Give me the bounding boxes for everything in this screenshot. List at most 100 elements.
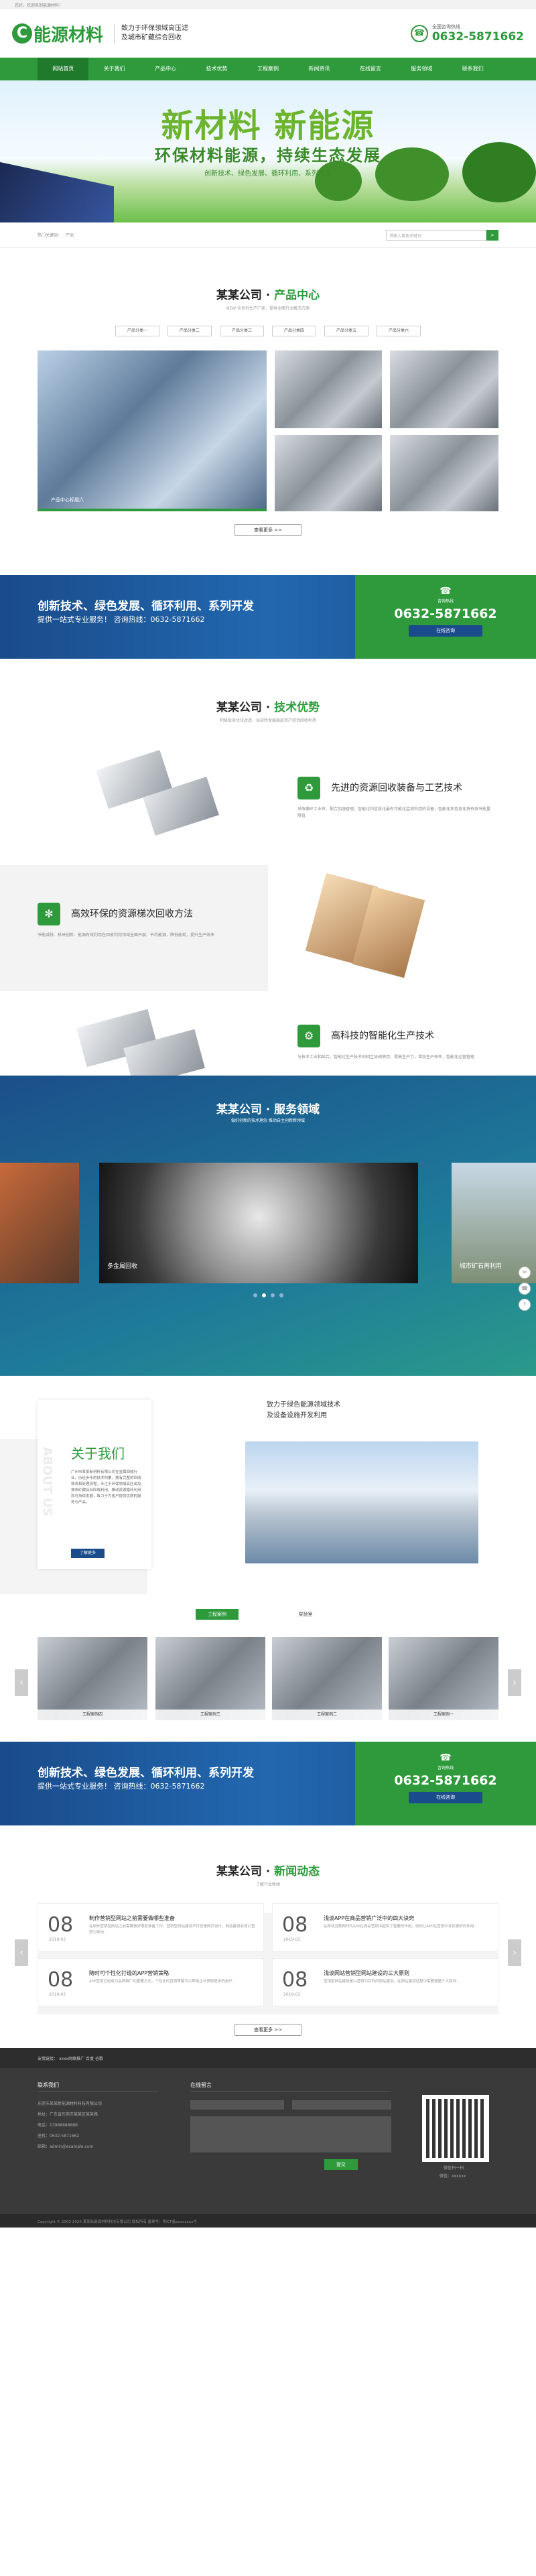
advantage-card: ⚙ 高科技的智能化生产技术 与技术工业相结合，智能化生产技术的相互协调使用，提高… bbox=[268, 991, 536, 1076]
news-title: 某某公司 · 新闻动态 bbox=[216, 1865, 320, 1878]
cta-line-2: 提供一站式专业服务！ 咨询热线：0632-5871662 bbox=[38, 1782, 205, 1791]
footer-company: 东莞市某某新能源材料科技有限公司 bbox=[38, 2102, 103, 2106]
about-watermark: ABOUT US bbox=[40, 1447, 54, 1517]
service-card-title: 多金属回收 bbox=[107, 1263, 138, 1270]
service-card[interactable]: 城市矿石再利用 bbox=[452, 1163, 536, 1283]
advantage-row: ⚙ 高科技的智能化生产技术 与技术工业相结合，智能化生产技术的相互协调使用，提高… bbox=[0, 991, 536, 1076]
nav-about[interactable]: 关于我们 bbox=[88, 58, 139, 80]
phone-icon: ☎ bbox=[440, 586, 452, 596]
share-icon[interactable]: ✉ bbox=[519, 1267, 531, 1279]
name-input[interactable] bbox=[190, 2100, 284, 2110]
footer-message-title: 在线留言 bbox=[190, 2082, 212, 2088]
slogan-line-2: 及城市矿藏综合回收 bbox=[121, 34, 182, 42]
logo-icon[interactable]: C bbox=[12, 23, 32, 44]
product-tab[interactable]: 产品分类三 bbox=[220, 326, 264, 336]
cases-tab-active[interactable]: 工程案例 bbox=[196, 1609, 239, 1620]
carousel-dot[interactable] bbox=[253, 1293, 257, 1297]
product-tab[interactable]: 产品分类一 bbox=[115, 326, 159, 336]
service-section: 某某公司 · 服务领域 做好创新的技术理念 推动自主创新新领域 多金属回收 城市… bbox=[0, 1076, 536, 1376]
product-card-featured[interactable]: 产品中心标题六 bbox=[38, 350, 267, 511]
product-tab[interactable]: 产品分类五 bbox=[324, 326, 368, 336]
hot-keyword[interactable]: 产品 bbox=[66, 232, 74, 238]
product-card[interactable] bbox=[275, 350, 382, 428]
advantage-title: 先进的资源回收装备与工艺技术 bbox=[331, 783, 462, 793]
news-item[interactable]: 08 2019-03 随时可个性化打造的APP营销策略 APP营销已经成为品牌推广的… bbox=[38, 1958, 264, 2006]
news-section: 某某公司 · 新闻动态 了解行业新闻 ‹ › 08 2019-03 制作营销型网站… bbox=[0, 1825, 536, 2048]
news-more-button[interactable]: 查看更多 >> bbox=[234, 2024, 302, 2036]
news-item[interactable]: 08 2019-03 浅谈APP在商品营销广泛中的四大诀窍 在移动互联网时代APP在… bbox=[272, 1903, 498, 1951]
product-tab[interactable]: 产品分类四 bbox=[272, 326, 316, 336]
advantage-card: ✻ 高效环保的资源梯次回收方法 节能减排、科研创新、能源有效利用在回收利用领域全… bbox=[0, 865, 268, 991]
news-item[interactable]: 08 2019-03 制作营销型网站之前需要做哪些准备 在制作营销型网站之前需要做好… bbox=[38, 1903, 264, 1951]
slogan-line-1: 致力于环保领域高压滤 bbox=[121, 25, 189, 32]
cta-consult-button[interactable]: 在线咨询 bbox=[409, 625, 482, 637]
header-hotline: ☎ 全国咨询热线 0632-5871662 bbox=[410, 23, 524, 44]
service-card[interactable]: 多金属回收 bbox=[99, 1163, 418, 1283]
logo-name[interactable]: 能源材料 bbox=[34, 21, 103, 46]
news-item[interactable]: 08 2019-03 浅谈网站营销型网站建设的三大原则 营销型网站建设是以营销为目的… bbox=[272, 1958, 498, 2006]
service-icon[interactable]: ☎ bbox=[519, 1283, 531, 1295]
case-card[interactable]: 工程案例三 bbox=[155, 1637, 265, 1720]
advantage-title: 高效环保的资源梯次回收方法 bbox=[71, 909, 193, 919]
case-card[interactable]: 工程案例二 bbox=[272, 1637, 382, 1720]
product-card[interactable] bbox=[390, 350, 498, 428]
advantages-title: 某某公司 · 技术优势 bbox=[216, 701, 320, 714]
nav-contact[interactable]: 联系我们 bbox=[448, 58, 498, 80]
advantage-row: ♻ 先进的资源回收装备与工艺技术 采取循环工业声、配合加强管理，智能化和信息化最… bbox=[0, 739, 536, 865]
carousel-dot-active[interactable] bbox=[261, 1293, 266, 1297]
message-textarea[interactable] bbox=[190, 2116, 391, 2152]
nav-products[interactable]: 产品中心 bbox=[140, 58, 191, 80]
advantages-section: 某某公司 · 技术优势 积极投身优化改造，治研所发展高层资产综合回收利用 ♻ 先… bbox=[0, 659, 536, 1076]
product-tab[interactable]: 产品分类六 bbox=[377, 326, 421, 336]
service-subtitle: 做好创新的技术理念 推动自主创新新领域 bbox=[231, 1118, 305, 1123]
prev-arrow-icon[interactable]: ‹ bbox=[15, 1669, 28, 1696]
recycle-icon: ♻ bbox=[297, 777, 320, 799]
factory-image bbox=[245, 1441, 478, 1563]
nav-technology[interactable]: 技术优势 bbox=[191, 58, 242, 80]
case-card[interactable]: 工程案例一 bbox=[389, 1637, 498, 1720]
hero-banner[interactable]: 新材料 新能源 环保材料能源，持续生态发展 创新技术、绿色发展、循环利用、系列开… bbox=[0, 80, 536, 222]
links-list[interactable]: xxxx网络推广 百度 谷歌 bbox=[59, 2057, 103, 2061]
nav-home[interactable]: 网站首页 bbox=[38, 58, 89, 80]
cases-tab[interactable]: 实验室 bbox=[284, 1609, 327, 1620]
cta-consult-button[interactable]: 在线咨询 bbox=[409, 1792, 482, 1803]
service-card-partial[interactable] bbox=[0, 1163, 79, 1283]
about-more-button[interactable]: 了解更多 bbox=[71, 1549, 105, 1558]
product-grid: 产品中心标题六 bbox=[38, 350, 498, 511]
submit-button[interactable]: 提交 bbox=[324, 2159, 358, 2170]
hot-keywords-label: 热门关键词： bbox=[38, 233, 62, 238]
gold-bars-image bbox=[268, 865, 536, 991]
phone-input[interactable] bbox=[292, 2100, 391, 2110]
advantage-row: ✻ 高效环保的资源梯次回收方法 节能减排、科研创新、能源有效利用在回收利用领域全… bbox=[0, 865, 536, 991]
advantage-card: ♻ 先进的资源回收装备与工艺技术 采取循环工业声、配合加强管理，智能化和信息化最… bbox=[268, 739, 536, 865]
nav-message[interactable]: 在线留言 bbox=[345, 58, 396, 80]
cta-phone: 0632-5871662 bbox=[394, 1773, 497, 1788]
nav-cases[interactable]: 工程案例 bbox=[243, 58, 293, 80]
qr-label: 微信扫一扫 bbox=[444, 2166, 464, 2171]
product-tab[interactable]: 产品分类二 bbox=[168, 326, 212, 336]
next-arrow-icon[interactable]: › bbox=[508, 1939, 521, 1966]
next-arrow-icon[interactable]: › bbox=[508, 1669, 521, 1696]
hotline-number: 0632-5871662 bbox=[431, 30, 524, 44]
cta-label: 咨询热线 bbox=[437, 599, 454, 604]
product-card[interactable] bbox=[390, 435, 498, 511]
banner-tags: 创新技术、绿色发展、循环利用、系列开发 bbox=[204, 170, 332, 178]
main-nav: 网站首页 关于我们 产品中心 技术优势 工程案例 新闻资讯 在线留言 服务领域 … bbox=[0, 58, 536, 80]
silver-bars-image bbox=[0, 991, 268, 1076]
search-input[interactable]: 请输入搜索关键词 bbox=[386, 229, 486, 241]
search-button[interactable]: ⌕ bbox=[486, 229, 498, 241]
nav-service[interactable]: 服务领域 bbox=[396, 58, 447, 80]
carousel-dot[interactable] bbox=[270, 1293, 275, 1297]
prev-arrow-icon[interactable]: ‹ bbox=[15, 1939, 28, 1966]
about-heading: 关于我们 bbox=[71, 1445, 125, 1462]
carousel-dot[interactable] bbox=[279, 1293, 283, 1297]
products-more-button[interactable]: 查看更多 >> bbox=[234, 524, 302, 536]
copyright-text: Copyright © 2002-2020 某某新能源材料科技有限公司 版权所有… bbox=[38, 2220, 197, 2224]
top-icon[interactable]: ↑ bbox=[519, 1299, 531, 1311]
product-caption: 产品中心标题六 bbox=[51, 497, 84, 503]
case-card[interactable]: 工程案例四 bbox=[38, 1637, 147, 1720]
about-section: ABOUT US 关于我们 广州市某某新材料有限公司在金属回收行业，历经多年的技… bbox=[0, 1376, 536, 1596]
nav-news[interactable]: 新闻资讯 bbox=[293, 58, 344, 80]
product-card[interactable] bbox=[275, 435, 382, 511]
advantage-title: 高科技的智能化生产技术 bbox=[331, 1031, 434, 1041]
